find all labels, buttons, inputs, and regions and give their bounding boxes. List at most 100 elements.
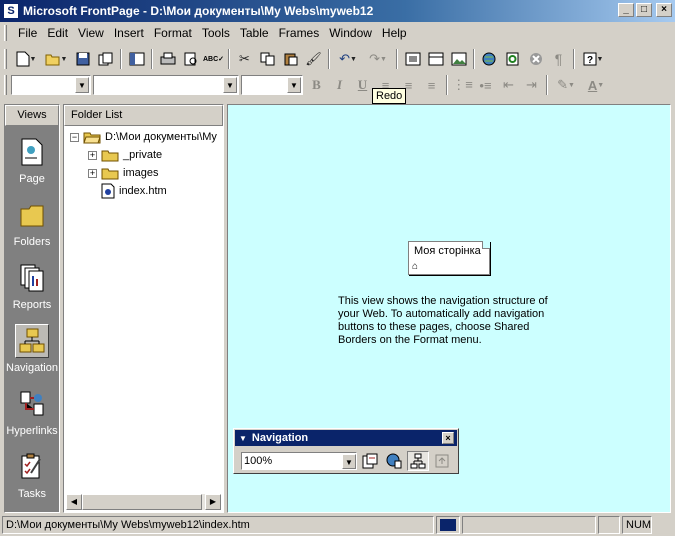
increase-indent-icon[interactable]: ⇥ xyxy=(520,74,543,96)
zoom-dropdown[interactable]: 100% ▼ xyxy=(241,452,357,470)
portrait-landscape-icon[interactable] xyxy=(359,451,381,471)
print-icon[interactable] xyxy=(156,48,179,70)
menu-file[interactable]: File xyxy=(13,24,42,42)
scroll-right-icon[interactable]: ▶ xyxy=(205,494,221,510)
hyperlinks-view-icon xyxy=(15,387,49,421)
menu-window[interactable]: Window xyxy=(324,24,377,42)
folder-list-toggle-icon[interactable] xyxy=(125,48,148,70)
home-page-icon xyxy=(101,183,115,199)
tasks-view-icon xyxy=(15,450,49,484)
help-icon[interactable]: ? ▼ xyxy=(578,48,608,70)
toolbar-grip[interactable] xyxy=(4,75,7,95)
page-view-icon xyxy=(15,135,49,169)
underline-icon[interactable]: U xyxy=(351,74,374,96)
views-header: Views xyxy=(5,105,59,126)
view-folders[interactable]: Folders xyxy=(5,189,59,252)
redo-tooltip: Redo xyxy=(372,88,407,104)
menubar-grip[interactable] xyxy=(4,25,7,41)
view-reports-label: Reports xyxy=(12,299,52,311)
included-in-navigation-bars-icon[interactable] xyxy=(407,451,429,471)
formatting-toolbar: ▼ ▼ ▼ B I U ≡ ≡ ≡ ⋮≡ •≡ ⇤ ⇥ ✎ ▼ A ▼ xyxy=(0,72,675,98)
nav-page-node[interactable]: Моя сторінка ⌂ xyxy=(408,241,490,275)
window-title: Microsoft FrontPage - D:\Мои документы\M… xyxy=(23,4,374,18)
add-existing-page-icon[interactable] xyxy=(383,451,405,471)
show-all-icon[interactable]: ¶ xyxy=(547,48,570,70)
italic-icon[interactable]: I xyxy=(328,74,351,96)
redo-icon[interactable]: ↷ ▼ xyxy=(363,48,393,70)
menu-help[interactable]: Help xyxy=(377,24,412,42)
minimize-button[interactable]: _ xyxy=(618,3,634,17)
decrease-indent-icon[interactable]: ⇤ xyxy=(497,74,520,96)
insert-picture-icon[interactable] xyxy=(447,48,470,70)
view-page[interactable]: Page xyxy=(5,126,59,189)
view-reports[interactable]: Reports xyxy=(5,252,59,315)
folder-list-pane: Folder List − D:\Мои документы\My + _pri… xyxy=(63,104,224,513)
tree-item-images[interactable]: + images xyxy=(88,164,158,182)
view-navigation[interactable]: Navigation xyxy=(5,315,59,378)
insert-component-icon[interactable] xyxy=(401,48,424,70)
frontpage-app-icon[interactable]: S xyxy=(3,3,19,19)
font-dropdown[interactable]: ▼ xyxy=(93,75,239,95)
status-path: D:\Мои документы\My Webs\myweb12\index.h… xyxy=(2,516,434,534)
menu-view[interactable]: View xyxy=(73,24,109,42)
insert-table-icon[interactable] xyxy=(424,48,447,70)
print-preview-icon[interactable] xyxy=(179,48,202,70)
collapse-icon[interactable]: − xyxy=(70,132,79,142)
bullets-icon[interactable]: •≡ xyxy=(474,74,497,96)
menu-insert[interactable]: Insert xyxy=(109,24,149,42)
open-folder-icon[interactable]: ▼ xyxy=(41,48,71,70)
resize-grip[interactable] xyxy=(654,516,668,534)
maximize-button[interactable]: □ xyxy=(636,3,652,17)
tree-item-private[interactable]: + _private xyxy=(88,146,162,164)
style-dropdown[interactable]: ▼ xyxy=(11,75,91,95)
tree-item-index[interactable]: index.htm xyxy=(101,182,167,200)
close-icon[interactable]: × xyxy=(442,432,454,444)
expand-icon[interactable]: + xyxy=(88,150,97,160)
spelling-icon[interactable]: ABC✓ xyxy=(202,48,225,70)
save-icon[interactable] xyxy=(71,48,94,70)
highlight-icon[interactable]: ✎ ▼ xyxy=(551,74,581,96)
font-color-icon[interactable]: A ▼ xyxy=(581,74,611,96)
menu-edit[interactable]: Edit xyxy=(42,24,73,42)
numbering-icon[interactable]: ⋮≡ xyxy=(451,74,474,96)
chevron-down-icon: ▼ xyxy=(223,77,237,93)
scroll-left-icon[interactable]: ◀ xyxy=(66,494,82,510)
toolbar-grip[interactable] xyxy=(4,49,7,69)
menu-table[interactable]: Table xyxy=(235,24,274,42)
stop-icon[interactable] xyxy=(524,48,547,70)
expand-icon[interactable]: + xyxy=(88,168,97,178)
cut-icon[interactable]: ✂ xyxy=(233,48,256,70)
view-navigation-label: Navigation xyxy=(6,362,58,374)
scroll-thumb[interactable] xyxy=(82,494,202,510)
menu-format[interactable]: Format xyxy=(149,24,197,42)
undo-icon[interactable]: ↶ ▼ xyxy=(333,48,363,70)
view-hyperlinks[interactable]: Hyperlinks xyxy=(5,378,59,441)
reports-view-icon xyxy=(15,261,49,295)
close-button[interactable]: × xyxy=(656,3,672,17)
horizontal-scrollbar[interactable]: ◀ ▶ xyxy=(66,494,221,510)
view-subtree-only-icon[interactable] xyxy=(431,451,453,471)
chevron-down-icon: ▼ xyxy=(287,77,301,93)
view-folders-label: Folders xyxy=(13,236,51,248)
menu-frames[interactable]: Frames xyxy=(274,24,325,42)
folder-icon xyxy=(101,168,119,179)
navigation-help-text: This view shows the navigation structure… xyxy=(338,295,548,346)
format-painter-icon[interactable]: 🖌 xyxy=(302,48,325,70)
view-tasks[interactable]: Tasks xyxy=(5,441,59,504)
bold-icon[interactable]: B xyxy=(305,74,328,96)
font-size-dropdown[interactable]: ▼ xyxy=(241,75,303,95)
new-page-icon[interactable]: ▼ xyxy=(11,48,41,70)
menu-tools[interactable]: Tools xyxy=(197,24,235,42)
navigation-toolbar-caption[interactable]: ▼ Navigation × xyxy=(235,430,457,446)
hyperlink-icon[interactable] xyxy=(478,48,501,70)
tree-root[interactable]: − D:\Мои документы\My xyxy=(70,128,217,146)
open-folder-icon xyxy=(83,132,101,143)
refresh-icon[interactable] xyxy=(501,48,524,70)
align-right-icon[interactable]: ≡ xyxy=(420,74,443,96)
copy-icon[interactable] xyxy=(256,48,279,70)
connection-icon xyxy=(440,519,456,531)
navigation-toolbar: ▼ Navigation × 100% ▼ xyxy=(233,428,459,474)
toolbar-options-icon[interactable]: ▼ xyxy=(239,434,247,443)
paste-icon[interactable] xyxy=(279,48,302,70)
publish-icon[interactable] xyxy=(94,48,117,70)
